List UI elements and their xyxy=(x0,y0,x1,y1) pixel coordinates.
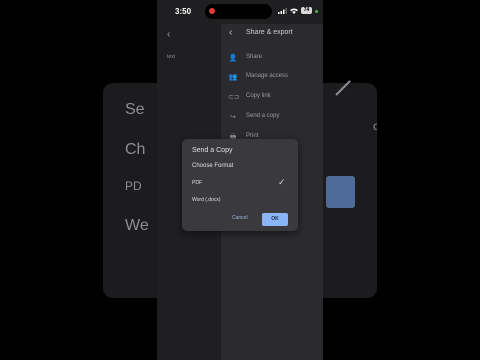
menu-item-send-a-copy[interactable]: ↪ Send a copy xyxy=(221,110,323,124)
background-text: We xyxy=(125,217,149,234)
back-chevron-icon[interactable]: ‹ xyxy=(167,29,170,40)
dialog-title: Send a Copy xyxy=(192,147,233,154)
menu-item-label: Copy link xyxy=(246,93,271,99)
back-chevron-icon[interactable]: ‹ xyxy=(229,27,232,38)
menu-item-label: Share xyxy=(246,54,263,60)
option-label: Word (.docx) xyxy=(192,197,221,203)
manage-access-icon: 👥 xyxy=(228,74,238,81)
link-icon: ⊂⊃ xyxy=(228,94,240,101)
dynamic-island xyxy=(205,4,272,19)
menu-item-copy-link[interactable]: ⊂⊃ Copy link xyxy=(221,90,323,104)
checkmark-icon: ✓ xyxy=(278,177,286,187)
background-text: c) xyxy=(373,119,377,133)
menu-item-label: Send a copy xyxy=(246,113,280,119)
document-label[interactable]: text xyxy=(167,54,175,60)
format-option-word[interactable]: Word (.docx) xyxy=(182,194,298,208)
dialog-subtitle: Choose Format xyxy=(192,163,234,169)
recording-indicator-icon xyxy=(209,8,215,14)
background-text: PD xyxy=(125,179,142,193)
background-text: Se xyxy=(125,101,145,118)
background-text: Ch xyxy=(125,141,146,158)
format-option-pdf[interactable]: PDF ✓ xyxy=(182,177,298,191)
panel-title: Share & export xyxy=(246,29,293,36)
send-a-copy-dialog: Send a Copy Choose Format PDF ✓ Word (.d… xyxy=(182,139,298,231)
forward-arrow-icon: ↪ xyxy=(230,114,236,121)
option-label: PDF xyxy=(192,180,202,186)
menu-item-share[interactable]: 👤 Share xyxy=(221,51,323,65)
cancel-button[interactable]: Cancel xyxy=(232,215,248,221)
status-bar: 3:50 74 xyxy=(157,0,323,24)
ok-button[interactable]: OK xyxy=(262,213,288,226)
menu-item-label: Manage access xyxy=(246,73,289,79)
menu-item-manage-access[interactable]: 👥 Manage access xyxy=(221,70,323,84)
wifi-icon xyxy=(290,8,298,14)
status-time: 3:50 xyxy=(175,7,192,16)
battery-icon: 74 xyxy=(301,7,312,14)
charging-dot-icon xyxy=(315,10,318,13)
background-button xyxy=(326,176,355,208)
cellular-signal-icon xyxy=(278,8,287,14)
panel-header: ‹ Share & export xyxy=(221,24,323,44)
share-person-icon: 👤 xyxy=(228,55,238,62)
